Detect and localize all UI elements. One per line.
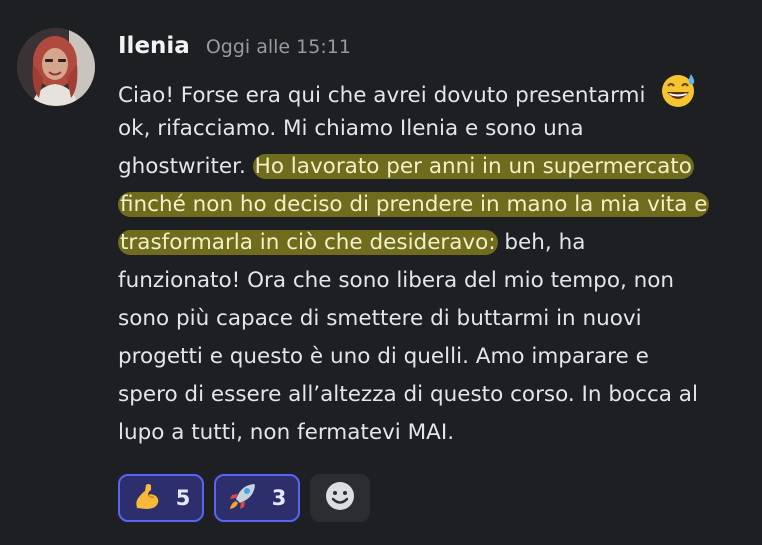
message-text: ghostwriter. bbox=[118, 154, 253, 179]
reaction-rocket[interactable]: 3 bbox=[214, 474, 300, 522]
message-header: Ilenia Oggi alle 15:11 bbox=[118, 33, 351, 67]
message-text: lupo a tutti, non fermatevi MAI. bbox=[118, 420, 455, 445]
highlighted-text: finché non ho deciso di prendere in mano… bbox=[118, 192, 710, 217]
message-text: spero di essere all’altezza di questo co… bbox=[118, 382, 698, 407]
add-reaction-button[interactable] bbox=[310, 474, 370, 522]
message-text: sono più capace di smettere di buttarmi … bbox=[118, 306, 642, 331]
chat-message: Ilenia Oggi alle 15:11 Ciao! Forse era q… bbox=[0, 0, 762, 545]
avatar-photo bbox=[17, 28, 95, 106]
message-text: Ciao! Forse era qui che avrei dovuto pre… bbox=[118, 83, 646, 108]
message-line: ghostwriter. Ho lavorato per anni in un … bbox=[118, 148, 744, 186]
message-text: funzionato! Ora che sono libera del mio … bbox=[118, 268, 675, 293]
message-line: lupo a tutti, non fermatevi MAI. bbox=[118, 414, 744, 452]
message-line: progetti e questo è uno di quelli. Amo i… bbox=[118, 338, 744, 376]
reaction-flexed-biceps[interactable]: 5 bbox=[118, 474, 204, 522]
reaction-count: 5 bbox=[175, 486, 191, 510]
message-line: ok, rifacciamo. Mi chiamo Ilenia e sono … bbox=[118, 110, 744, 148]
message-line: trasformarla in ciò che desideravo: beh,… bbox=[118, 224, 744, 262]
reaction-count: 3 bbox=[271, 486, 287, 510]
message-text: ok, rifacciamo. Mi chiamo Ilenia e sono … bbox=[118, 116, 584, 141]
message-text: beh, ha bbox=[497, 230, 586, 255]
highlighted-text: Ho lavorato per anni in un supermercato bbox=[252, 154, 694, 179]
message-text: progetti e questo è uno di quelli. Amo i… bbox=[118, 344, 649, 369]
highlighted-text: trasformarla in ciò che desideravo: bbox=[118, 230, 498, 255]
message-line: sono più capace di smettere di buttarmi … bbox=[118, 300, 744, 338]
reactions-bar: 5 3 bbox=[118, 474, 370, 522]
sweat-smile-emoji bbox=[658, 72, 698, 121]
add-reaction-icon bbox=[324, 480, 356, 517]
message-line: funzionato! Ora che sono libera del mio … bbox=[118, 262, 744, 300]
flexed-biceps-emoji bbox=[132, 481, 162, 516]
message-line: Ciao! Forse era qui che avrei dovuto pre… bbox=[118, 72, 744, 110]
message-line: finché non ho deciso di prendere in mano… bbox=[118, 186, 744, 224]
avatar[interactable] bbox=[17, 28, 95, 106]
message-content: Ciao! Forse era qui che avrei dovuto pre… bbox=[118, 72, 744, 452]
rocket-emoji bbox=[228, 481, 258, 516]
timestamp[interactable]: Oggi alle 15:11 bbox=[206, 36, 351, 58]
message-line: spero di essere all’altezza di questo co… bbox=[118, 376, 744, 414]
username[interactable]: Ilenia bbox=[118, 33, 190, 59]
